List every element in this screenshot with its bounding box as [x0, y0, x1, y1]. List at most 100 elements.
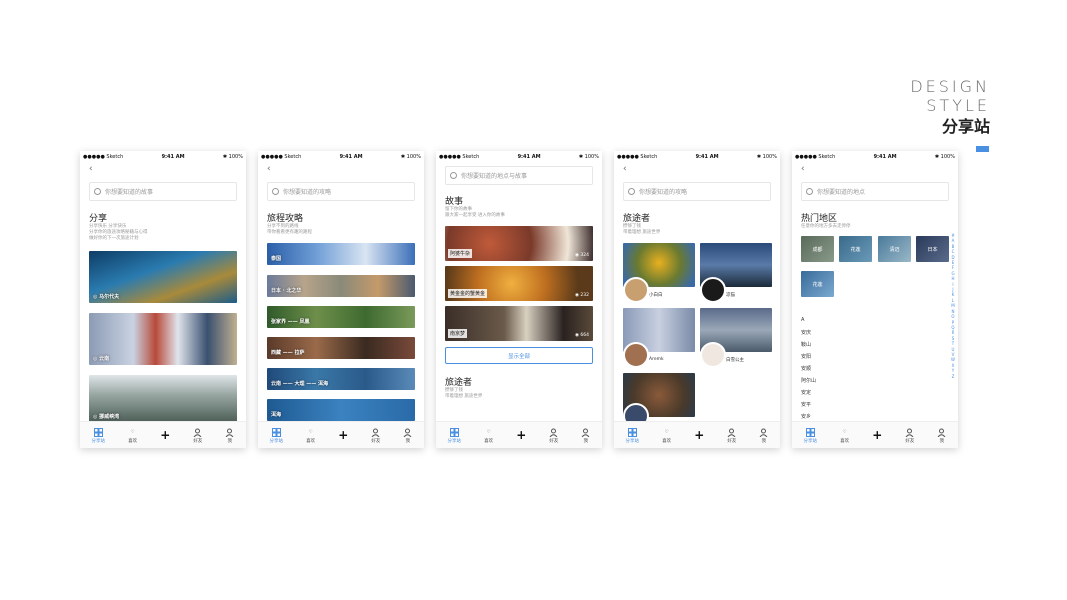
- tab-add[interactable]: +: [694, 428, 704, 442]
- tab-like[interactable]: ♡ 喜欢: [306, 427, 315, 444]
- tab-me[interactable]: 我: [403, 427, 412, 444]
- route-card[interactable]: 泰国: [267, 243, 415, 265]
- search-input[interactable]: 你想要知道的攻略: [267, 182, 415, 201]
- battery-label: ✱ 100%: [222, 153, 243, 160]
- search-input[interactable]: 你想要知道的地点: [801, 182, 949, 201]
- show-all-button[interactable]: 显示全部: [445, 347, 593, 364]
- phone-regions: ●●●●● Sketch 9:41 AM ✱ 100% ‹ 你想要知道的地点 热…: [792, 151, 958, 448]
- user-icon: [225, 427, 234, 438]
- tab-friends[interactable]: 好友: [193, 427, 202, 444]
- story-card[interactable]: 南京梦 ◉ 664: [445, 306, 593, 341]
- tab-label: 分享站: [447, 438, 462, 444]
- story-card[interactable]: 阿婆牛杂 ◉ 324: [445, 226, 593, 261]
- tab-label: 好友: [905, 438, 915, 444]
- grid-icon: [449, 427, 459, 438]
- tab-add[interactable]: +: [872, 428, 882, 442]
- user-icon: [581, 427, 590, 438]
- back-icon[interactable]: ‹: [623, 164, 627, 174]
- route-card[interactable]: 张家界 —— 凤凰: [267, 306, 415, 328]
- tab-me[interactable]: 我: [581, 427, 590, 444]
- tab-share[interactable]: 分享站: [447, 427, 462, 444]
- desc-line: 带你看看更有趣的路程: [267, 230, 312, 235]
- search-input[interactable]: 你想要知道的故事: [89, 182, 237, 201]
- city-item[interactable]: 安阳: [801, 353, 811, 360]
- region-card[interactable]: 花莲: [801, 271, 834, 297]
- route-label: 张家界 —— 凤凰: [271, 319, 310, 325]
- view-count: ◉ 324: [575, 253, 589, 258]
- carrier-label: ●●●●● Sketch: [795, 153, 836, 160]
- tab-friends[interactable]: 好友: [727, 427, 736, 444]
- section-title: 旅程攻略: [267, 214, 304, 224]
- story-card[interactable]: ◎ 马尔代夫: [89, 251, 237, 303]
- friends-icon: [727, 427, 736, 438]
- city-item[interactable]: 鞍山: [801, 341, 811, 348]
- tab-me[interactable]: 我: [225, 427, 234, 444]
- tab-share[interactable]: 分享站: [804, 427, 817, 444]
- search-icon: [272, 188, 279, 195]
- tab-like[interactable]: ♡ 喜欢: [484, 427, 493, 444]
- desc-line: 做好你的下一次旅途计划: [89, 236, 139, 241]
- desc-line: 任意你的地方多去走停停: [801, 224, 851, 229]
- tab-friends[interactable]: 好友: [549, 427, 558, 444]
- story-card[interactable]: 黄金金的蟹黄金 ◉ 232: [445, 266, 593, 301]
- route-card[interactable]: 日本 · 北之华: [267, 275, 415, 297]
- route-card[interactable]: 云南 —— 大理 —— 洱海: [267, 368, 415, 390]
- alphabet-index[interactable]: # A B C D E F G H I J K L M N O P Q R S T U V W X Y Z: [950, 233, 956, 379]
- card-label: ◎ 云南: [93, 356, 110, 362]
- route-card[interactable]: 洱海: [267, 399, 415, 421]
- section-title: 热门地区: [801, 214, 838, 224]
- user-icon: [403, 427, 412, 438]
- tab-label: 好友: [549, 438, 559, 444]
- grid-icon: [805, 427, 815, 438]
- back-icon[interactable]: ‹: [801, 164, 805, 174]
- tab-like[interactable]: ♡ 喜欢: [662, 427, 671, 444]
- tab-label: 喜欢: [662, 438, 672, 444]
- alphabet-letter[interactable]: Z: [950, 374, 956, 379]
- search-input[interactable]: 你想要知道的地点与故事: [445, 166, 593, 185]
- tab-share[interactable]: 分享站: [91, 427, 106, 444]
- city-item[interactable]: 阿尔山: [801, 377, 816, 384]
- travelers-desc: 攒够了钱 带着理想 旅途世界: [445, 388, 482, 400]
- tab-add[interactable]: +: [338, 428, 349, 442]
- city-item[interactable]: 安乡: [801, 413, 811, 420]
- time-label: 9:41 AM: [161, 153, 185, 160]
- back-icon[interactable]: ‹: [89, 164, 93, 174]
- tab-add[interactable]: +: [160, 428, 170, 442]
- brand-title: 分享站: [941, 117, 990, 136]
- back-icon[interactable]: ‹: [267, 164, 271, 174]
- story-card[interactable]: ◎ 挪威峡湾: [89, 375, 237, 423]
- plus-icon: +: [338, 428, 349, 442]
- tab-label: 喜欢: [306, 438, 316, 444]
- tab-add[interactable]: +: [516, 428, 526, 442]
- section-desc: 留下你的故事 跟大家一起享受 进入你的故事: [445, 207, 505, 219]
- region-card[interactable]: 花莲: [839, 236, 872, 262]
- region-card[interactable]: 清迈: [878, 236, 911, 262]
- search-placeholder: 你想要知道的故事: [105, 189, 154, 196]
- tab-friends[interactable]: 好友: [905, 427, 914, 444]
- tab-me[interactable]: 我: [759, 427, 768, 444]
- city-item[interactable]: 安平: [801, 401, 811, 408]
- tab-share[interactable]: 分享站: [270, 427, 283, 444]
- city-item[interactable]: 安定: [801, 389, 811, 396]
- tab-share[interactable]: 分享站: [626, 427, 639, 444]
- tab-me[interactable]: 我: [937, 427, 946, 444]
- region-card[interactable]: 成都: [801, 236, 834, 262]
- region-label: 成都: [812, 246, 823, 253]
- search-input[interactable]: 你想要知道的攻略: [623, 182, 771, 201]
- time-label: 9:41 AM: [873, 153, 897, 160]
- tab-friends[interactable]: 好友: [371, 427, 380, 444]
- story-card[interactable]: ◎ 云南: [89, 313, 237, 365]
- section-title: 故事: [445, 197, 464, 207]
- view-count: ◉ 664: [575, 333, 589, 338]
- tab-like[interactable]: ♡ 喜欢: [840, 427, 849, 444]
- heart-icon: ♡: [486, 429, 491, 435]
- region-card[interactable]: 日本: [916, 236, 949, 262]
- tab-label: 好友: [371, 438, 381, 444]
- friends-icon: [905, 427, 914, 438]
- city-item[interactable]: 安庆: [801, 329, 811, 336]
- route-card[interactable]: 西藏 —— 拉萨: [267, 337, 415, 359]
- city-item[interactable]: 安顺: [801, 365, 811, 372]
- tab-like[interactable]: ♡ 喜欢: [128, 427, 137, 444]
- tab-label: 分享站: [91, 438, 106, 444]
- card-label: ◎ 挪威峡湾: [93, 414, 120, 420]
